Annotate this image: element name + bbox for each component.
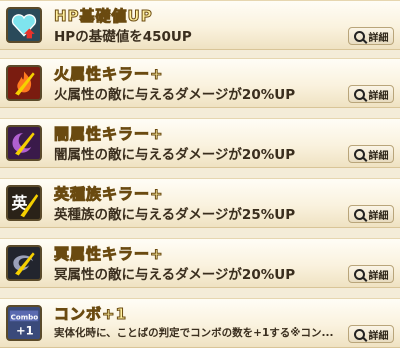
ability-row-fire-killer: 火属性キラー+ 火属性の敵に与えるダメージが20%UP 詳細 — [0, 58, 400, 108]
hero-race-killer-icon: 英 — [6, 185, 42, 221]
ability-list: HP基礎値UP HPの基礎値を450UP 詳細 火属性キラー+ 火属性の敵に与え… — [0, 0, 400, 348]
ability-row-darkness-killer: 闇属性キラー+ 闇属性の敵に与えるダメージが20%UP 詳細 — [0, 118, 400, 168]
ability-row-hp-up: HP基礎値UP HPの基礎値を450UP 詳細 — [0, 0, 400, 50]
detail-button[interactable]: 詳細 — [348, 85, 394, 103]
magnifier-icon — [353, 88, 365, 100]
darkness-killer-icon — [6, 125, 42, 161]
ability-row-combo-plus: Combo +1 コンボ+1 実体化時に、ことばの判定でコンボの数を+1する※コ… — [0, 298, 400, 348]
ability-description: 火属性の敵に与えるダメージが20%UP — [54, 87, 296, 103]
magnifier-icon — [353, 30, 365, 42]
magnifier-icon — [353, 148, 365, 160]
ability-description: 闇属性の敵に与えるダメージが20%UP — [54, 147, 296, 163]
ability-description: 実体化時に、ことばの判定でコンボの数を+1する※コン... — [54, 327, 334, 339]
ability-title: 冥属性キラー+ — [54, 245, 164, 264]
combo-plus-one-icon: Combo +1 — [6, 305, 42, 341]
detail-button[interactable]: 詳細 — [348, 145, 394, 163]
detail-button[interactable]: 詳細 — [348, 205, 394, 223]
ability-row-hero-killer: 英 英種族キラー+ 英種族の敵に与えるダメージが25%UP 詳細 — [0, 178, 400, 228]
fire-killer-icon — [6, 65, 42, 101]
magnifier-icon — [353, 208, 365, 220]
detail-button[interactable]: 詳細 — [348, 265, 394, 283]
detail-button[interactable]: 詳細 — [348, 27, 394, 45]
ability-title: 英種族キラー+ — [54, 185, 164, 204]
heart-hp-up-icon — [6, 7, 42, 43]
underworld-killer-icon — [6, 245, 42, 281]
ability-description: 冥属性の敵に与えるダメージが20%UP — [54, 267, 296, 283]
ability-title: HP基礎値UP — [54, 7, 153, 26]
ability-title: 闇属性キラー+ — [54, 125, 164, 144]
magnifier-icon — [353, 268, 365, 280]
detail-button[interactable]: 詳細 — [348, 325, 394, 343]
ability-description: HPの基礎値を450UP — [54, 29, 192, 45]
ability-title: 火属性キラー+ — [54, 65, 164, 84]
magnifier-icon — [353, 328, 365, 340]
ability-description: 英種族の敵に与えるダメージが25%UP — [54, 207, 296, 223]
ability-row-underworld-killer: 冥属性キラー+ 冥属性の敵に与えるダメージが20%UP 詳細 — [0, 238, 400, 288]
svg-text:+1: +1 — [16, 324, 34, 338]
svg-text:Combo: Combo — [11, 312, 39, 321]
ability-title: コンボ+1 — [53, 305, 128, 324]
